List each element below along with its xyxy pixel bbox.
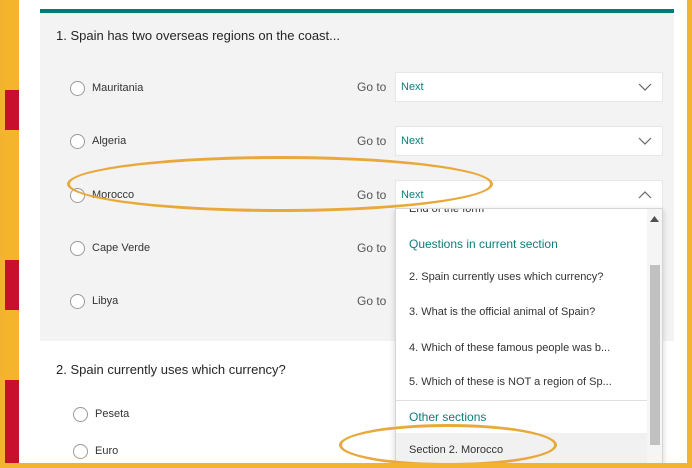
option-libya[interactable]: Libya bbox=[70, 291, 118, 311]
chevron-down-icon bbox=[638, 137, 652, 145]
highlight-ellipse-section-2 bbox=[339, 424, 557, 463]
chevron-down-icon bbox=[638, 83, 652, 91]
goto-label: Go to bbox=[357, 294, 387, 308]
radio-button[interactable] bbox=[70, 80, 85, 96]
dropdown-item-q5[interactable]: 5. Which of these is NOT a region of Sp.… bbox=[396, 376, 648, 388]
radio-button[interactable] bbox=[70, 133, 85, 149]
radio-button[interactable] bbox=[73, 443, 88, 459]
dropdown-item-end-of-form[interactable]: End of the form bbox=[396, 209, 648, 219]
dropdown-item-q3[interactable]: 3. What is the official animal of Spain? bbox=[396, 306, 648, 318]
form-page: 1. Spain has two overseas regions on the… bbox=[19, 0, 687, 463]
question-2-title: 2. Spain currently uses which currency? bbox=[56, 362, 286, 377]
question-1-title: 1. Spain has two overseas regions on the… bbox=[56, 28, 341, 43]
dropdown-item-q2[interactable]: 2. Spain currently uses which currency? bbox=[396, 271, 648, 283]
dropdown-scrollbar[interactable] bbox=[647, 209, 662, 463]
highlight-ellipse-morocco bbox=[67, 156, 493, 212]
select-value: Next bbox=[401, 81, 424, 93]
goto-select-mauritania[interactable]: Next bbox=[395, 72, 663, 102]
spain-flag-background bbox=[5, 0, 19, 463]
dropdown-header-other-sections: Other sections bbox=[409, 410, 487, 424]
goto-label: Go to bbox=[357, 241, 387, 255]
option-euro[interactable]: Euro bbox=[73, 441, 118, 461]
dropdown-header-current-section: Questions in current section bbox=[409, 237, 558, 251]
option-algeria[interactable]: Algeria bbox=[70, 131, 126, 151]
option-label: Cape Verde bbox=[92, 242, 151, 254]
dropdown-divider bbox=[396, 400, 648, 401]
option-mauritania[interactable]: Mauritania bbox=[70, 78, 143, 98]
chevron-up-icon bbox=[638, 191, 652, 199]
option-cape-verde[interactable]: Cape Verde bbox=[70, 238, 150, 258]
option-label: Libya bbox=[92, 295, 119, 307]
outer-frame: 1. Spain has two overseas regions on the… bbox=[0, 0, 692, 468]
scroll-thumb[interactable] bbox=[650, 265, 660, 445]
option-label: Mauritania bbox=[92, 82, 144, 94]
radio-button[interactable] bbox=[73, 406, 88, 422]
goto-label: Go to bbox=[357, 80, 387, 94]
option-label: Euro bbox=[95, 445, 119, 457]
select-value: Next bbox=[401, 135, 424, 147]
dropdown-item-q4[interactable]: 4. Which of these famous people was b... bbox=[396, 342, 648, 354]
option-label: Algeria bbox=[92, 135, 127, 147]
option-peseta[interactable]: Peseta bbox=[73, 404, 129, 424]
goto-select-algeria[interactable]: Next bbox=[395, 126, 663, 156]
scroll-up-arrow-icon[interactable] bbox=[650, 216, 659, 222]
goto-label: Go to bbox=[357, 134, 387, 148]
radio-button[interactable] bbox=[70, 240, 85, 256]
option-label: Peseta bbox=[95, 408, 130, 420]
radio-button[interactable] bbox=[70, 293, 85, 309]
